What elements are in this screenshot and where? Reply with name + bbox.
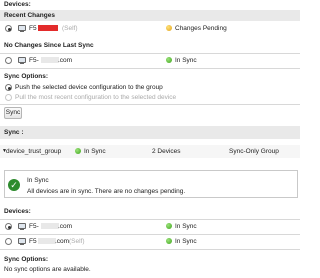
section-divider — [0, 104, 300, 105]
sync-section-title: Sync : — [4, 129, 24, 136]
sync-options-label: Sync Options: — [4, 73, 49, 80]
other-device-status: In Sync — [175, 57, 197, 64]
redacted-hostname — [38, 238, 56, 244]
in-sync-status-icon — [166, 57, 172, 63]
pending-status-icon — [166, 25, 172, 31]
device-name-prefix: F5 — [29, 238, 37, 245]
devices-header-2: Devices: — [4, 208, 31, 215]
device-row-status: In Sync — [175, 238, 197, 245]
sync-section-bar — [0, 126, 300, 139]
redacted-hostname — [38, 25, 58, 31]
device-icon — [18, 57, 26, 64]
sync-button[interactable]: Sync — [4, 107, 22, 119]
device-name-suffix: .com — [58, 223, 73, 230]
device-icon — [18, 25, 26, 32]
group-name: device_trust_group — [6, 148, 62, 155]
device-name-suffix: .com — [58, 57, 73, 64]
sync-option-pull: Pull the most recent configuration to th… — [0, 93, 300, 103]
device-icon — [18, 223, 26, 230]
self-tag: (Self) — [69, 238, 85, 245]
check-icon: ✓ — [8, 179, 20, 191]
self-tag: (Self) — [62, 25, 78, 32]
push-option-radio[interactable] — [5, 84, 12, 91]
no-changes-title: No Changes Since Last Sync — [4, 42, 94, 49]
row-divider — [0, 219, 300, 220]
device-list-row[interactable]: F5- .com In Sync — [0, 221, 300, 233]
recent-device-status: Changes Pending — [175, 25, 227, 32]
pull-option-radio — [5, 94, 12, 101]
redacted-hostname — [41, 57, 59, 63]
device-name-suffix: .com — [55, 238, 70, 245]
devices-header: Devices: — [4, 1, 31, 8]
sync-option-push[interactable]: Push the selected device configuration t… — [0, 83, 300, 93]
row-divider — [0, 249, 300, 250]
other-device-radio[interactable] — [5, 57, 12, 64]
group-type: Sync-Only Group — [229, 148, 279, 155]
device-list-row[interactable]: F5 .com (Self) In Sync — [0, 236, 300, 248]
row-divider — [0, 53, 300, 54]
push-option-label: Push the selected device configuration t… — [15, 84, 163, 91]
device-row-radio[interactable] — [5, 238, 12, 245]
device-icon — [18, 238, 26, 245]
pull-option-label: Pull the most recent configuration to th… — [15, 94, 177, 101]
sync-status-title: In Sync — [27, 177, 49, 184]
in-sync-status-icon — [166, 223, 172, 229]
row-divider — [0, 234, 300, 235]
in-sync-status-icon — [75, 148, 81, 154]
device-name-prefix: F5- — [29, 223, 39, 230]
group-device-count: 2 Devices — [152, 148, 181, 155]
device-name-prefix: F5 — [29, 25, 37, 32]
device-row-status: In Sync — [175, 223, 197, 230]
sync-status-message: All devices are in sync. There are no ch… — [27, 188, 186, 195]
recent-device-row[interactable]: F5 (Self) Changes Pending — [0, 23, 300, 35]
device-row-radio[interactable] — [5, 223, 12, 230]
recent-changes-title: Recent Changes — [4, 12, 55, 19]
group-status: In Sync — [84, 148, 106, 155]
recent-device-radio[interactable] — [5, 25, 12, 32]
sync-options-label-2: Sync Options: — [4, 256, 49, 263]
redacted-hostname — [41, 223, 59, 229]
in-sync-status-icon — [166, 238, 172, 244]
row-divider — [0, 68, 300, 69]
no-sync-options-text: No sync options are available. — [4, 266, 91, 273]
other-device-row[interactable]: F5- .com In Sync — [0, 55, 300, 67]
sync-status-box: ✓ In Sync All devices are in sync. There… — [4, 170, 298, 198]
device-name-prefix: F5- — [29, 57, 39, 64]
sync-group-row[interactable]: ▼ device_trust_group In Sync 2 Devices S… — [0, 145, 300, 158]
